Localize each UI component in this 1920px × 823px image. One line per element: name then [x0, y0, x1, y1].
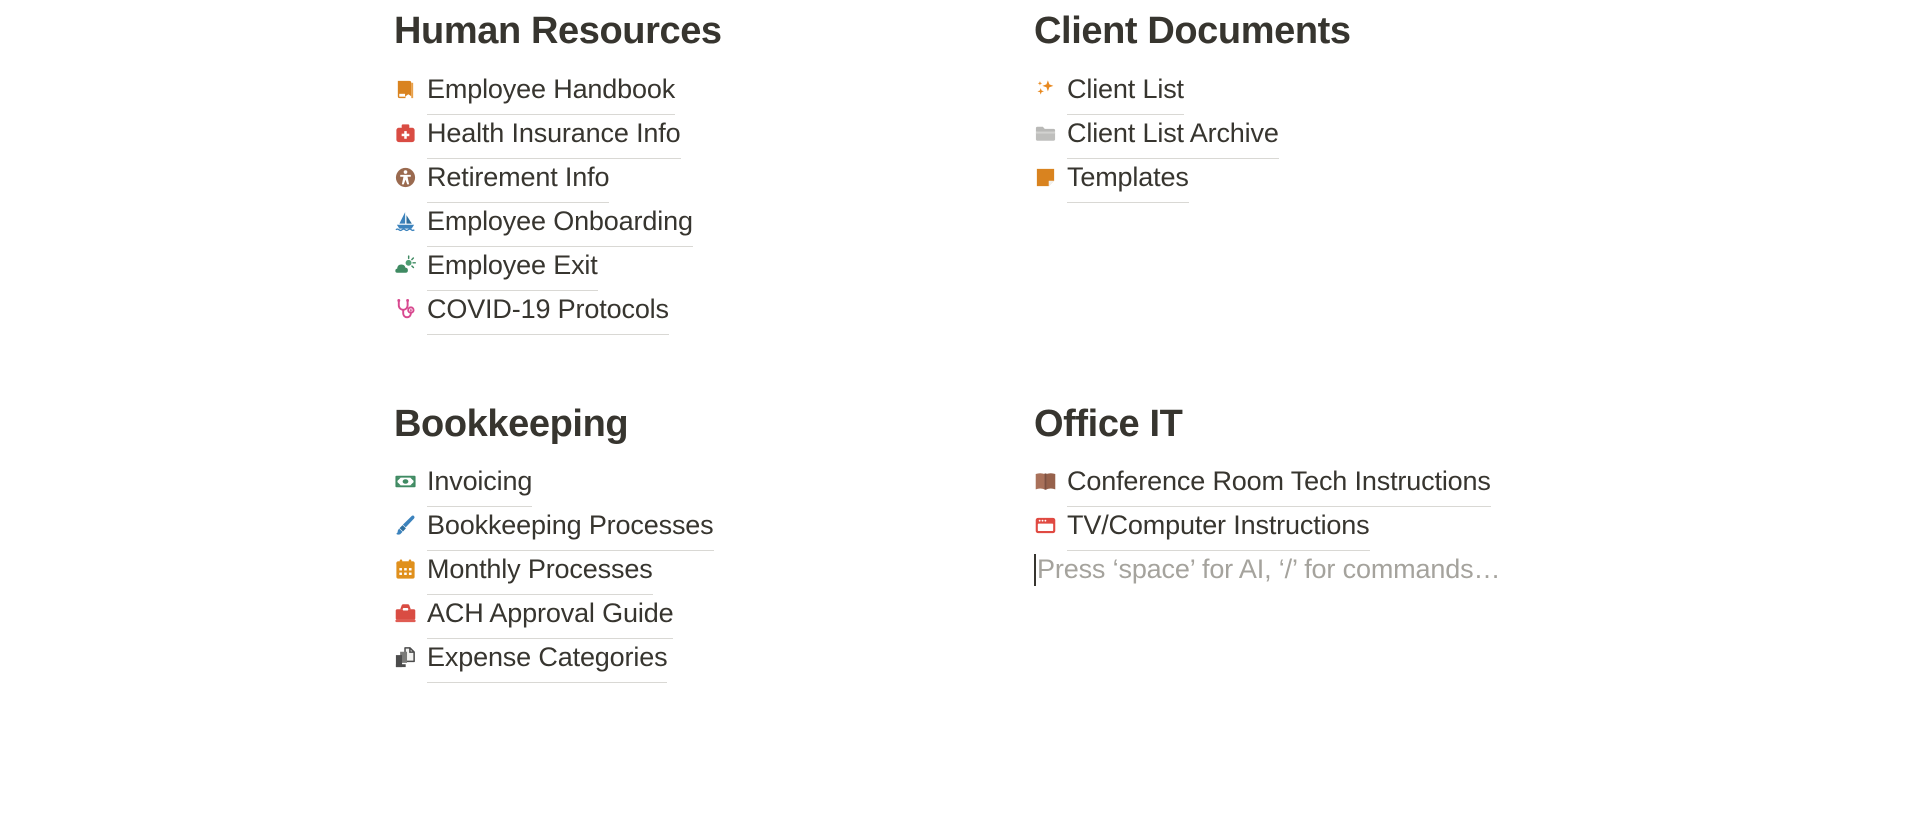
list-item[interactable]: Conference Room Tech Instructions [1034, 459, 1654, 507]
link-list-client-documents: Client List Client List Archive Template… [1034, 67, 1654, 203]
link-label[interactable]: Employee Exit [427, 243, 598, 291]
link-label[interactable]: Employee Handbook [427, 67, 675, 115]
link-label[interactable]: COVID-19 Protocols [427, 287, 669, 335]
link-label[interactable]: Health Insurance Info [427, 111, 681, 159]
closed-book-icon [394, 78, 419, 100]
text-cursor [1034, 554, 1036, 586]
empty-block-placeholder: Press ‘space’ for AI, ‘/’ for commands… [1037, 553, 1501, 584]
list-item[interactable]: Invoicing [394, 459, 1034, 507]
stethoscope-icon [394, 298, 419, 320]
link-list-human-resources: Employee Handbook Health Insurance Info [394, 67, 1034, 335]
link-label[interactable]: Client List Archive [1067, 111, 1279, 159]
list-item[interactable]: Employee Onboarding [394, 199, 1034, 247]
link-list-office-it: Conference Room Tech Instructions TV/Com… [1034, 459, 1654, 591]
link-list-bookkeeping: Invoicing Bookkeeping Processes Monthly … [394, 459, 1034, 683]
list-item[interactable]: Monthly Processes [394, 547, 1034, 595]
link-label[interactable]: Retirement Info [427, 155, 609, 203]
block-client-documents: Client Documents Client List Client List… [1034, 0, 1654, 331]
link-label[interactable]: Expense Categories [427, 635, 668, 683]
list-item[interactable]: Employee Handbook [394, 67, 1034, 115]
browser-window-icon [1034, 515, 1059, 537]
sticky-note-icon [1034, 166, 1059, 188]
folder-icon [1034, 122, 1059, 144]
block-office-it: Office IT Conference Room Tech Instructi… [1034, 393, 1654, 680]
link-label[interactable]: Bookkeeping Processes [427, 503, 714, 551]
block-human-resources: Human Resources Employee Handbook Health… [394, 0, 1034, 335]
link-label[interactable]: Invoicing [427, 459, 532, 507]
link-label[interactable]: Templates [1067, 155, 1189, 203]
sparkles-icon [1034, 78, 1059, 100]
link-label[interactable]: ACH Approval Guide [427, 591, 674, 639]
heading-client-documents: Client Documents [1034, 10, 1351, 52]
accessibility-person-icon [394, 166, 419, 188]
list-item[interactable]: Templates [1034, 155, 1654, 203]
heading-human-resources: Human Resources [394, 10, 722, 52]
empty-text-block[interactable]: Press ‘space’ for AI, ‘/’ for commands… [1034, 547, 1654, 591]
toolbox-icon [394, 603, 419, 625]
block-bookkeeping: Bookkeeping Invoicing Bookkeeping Proces… [394, 393, 1034, 683]
link-label[interactable]: Conference Room Tech Instructions [1067, 459, 1491, 507]
medical-bag-icon [394, 122, 419, 144]
sun-behind-cloud-icon [394, 254, 419, 276]
sailboat-icon [394, 210, 419, 232]
heading-bookkeeping: Bookkeeping [394, 402, 629, 445]
list-item[interactable]: Expense Categories [394, 635, 1034, 683]
document-page: Human Resources Employee Handbook Health… [0, 0, 1920, 823]
list-item[interactable]: Employee Exit [394, 243, 1034, 291]
calendar-icon [394, 559, 419, 581]
list-item[interactable]: Retirement Info [394, 155, 1034, 203]
list-item[interactable]: Client List [1034, 67, 1654, 115]
list-item[interactable]: Bookkeeping Processes [394, 503, 1034, 551]
file-folders-icon [394, 647, 419, 669]
link-label[interactable]: TV/Computer Instructions [1067, 503, 1370, 551]
link-label[interactable]: Employee Onboarding [427, 199, 693, 247]
open-book-icon [1034, 471, 1059, 493]
banknote-icon [394, 471, 419, 493]
list-item[interactable]: ACH Approval Guide [394, 591, 1034, 639]
column-layout: Human Resources Employee Handbook Health… [394, 0, 1654, 683]
list-item[interactable]: TV/Computer Instructions [1034, 503, 1654, 551]
heading-office-it: Office IT [1034, 402, 1183, 445]
list-item[interactable]: COVID-19 Protocols [394, 287, 1034, 335]
list-item[interactable]: Client List Archive [1034, 111, 1654, 159]
link-label[interactable]: Client List [1067, 67, 1184, 115]
link-label[interactable]: Monthly Processes [427, 547, 653, 595]
paintbrush-icon [394, 515, 419, 537]
list-item[interactable]: Health Insurance Info [394, 111, 1034, 159]
